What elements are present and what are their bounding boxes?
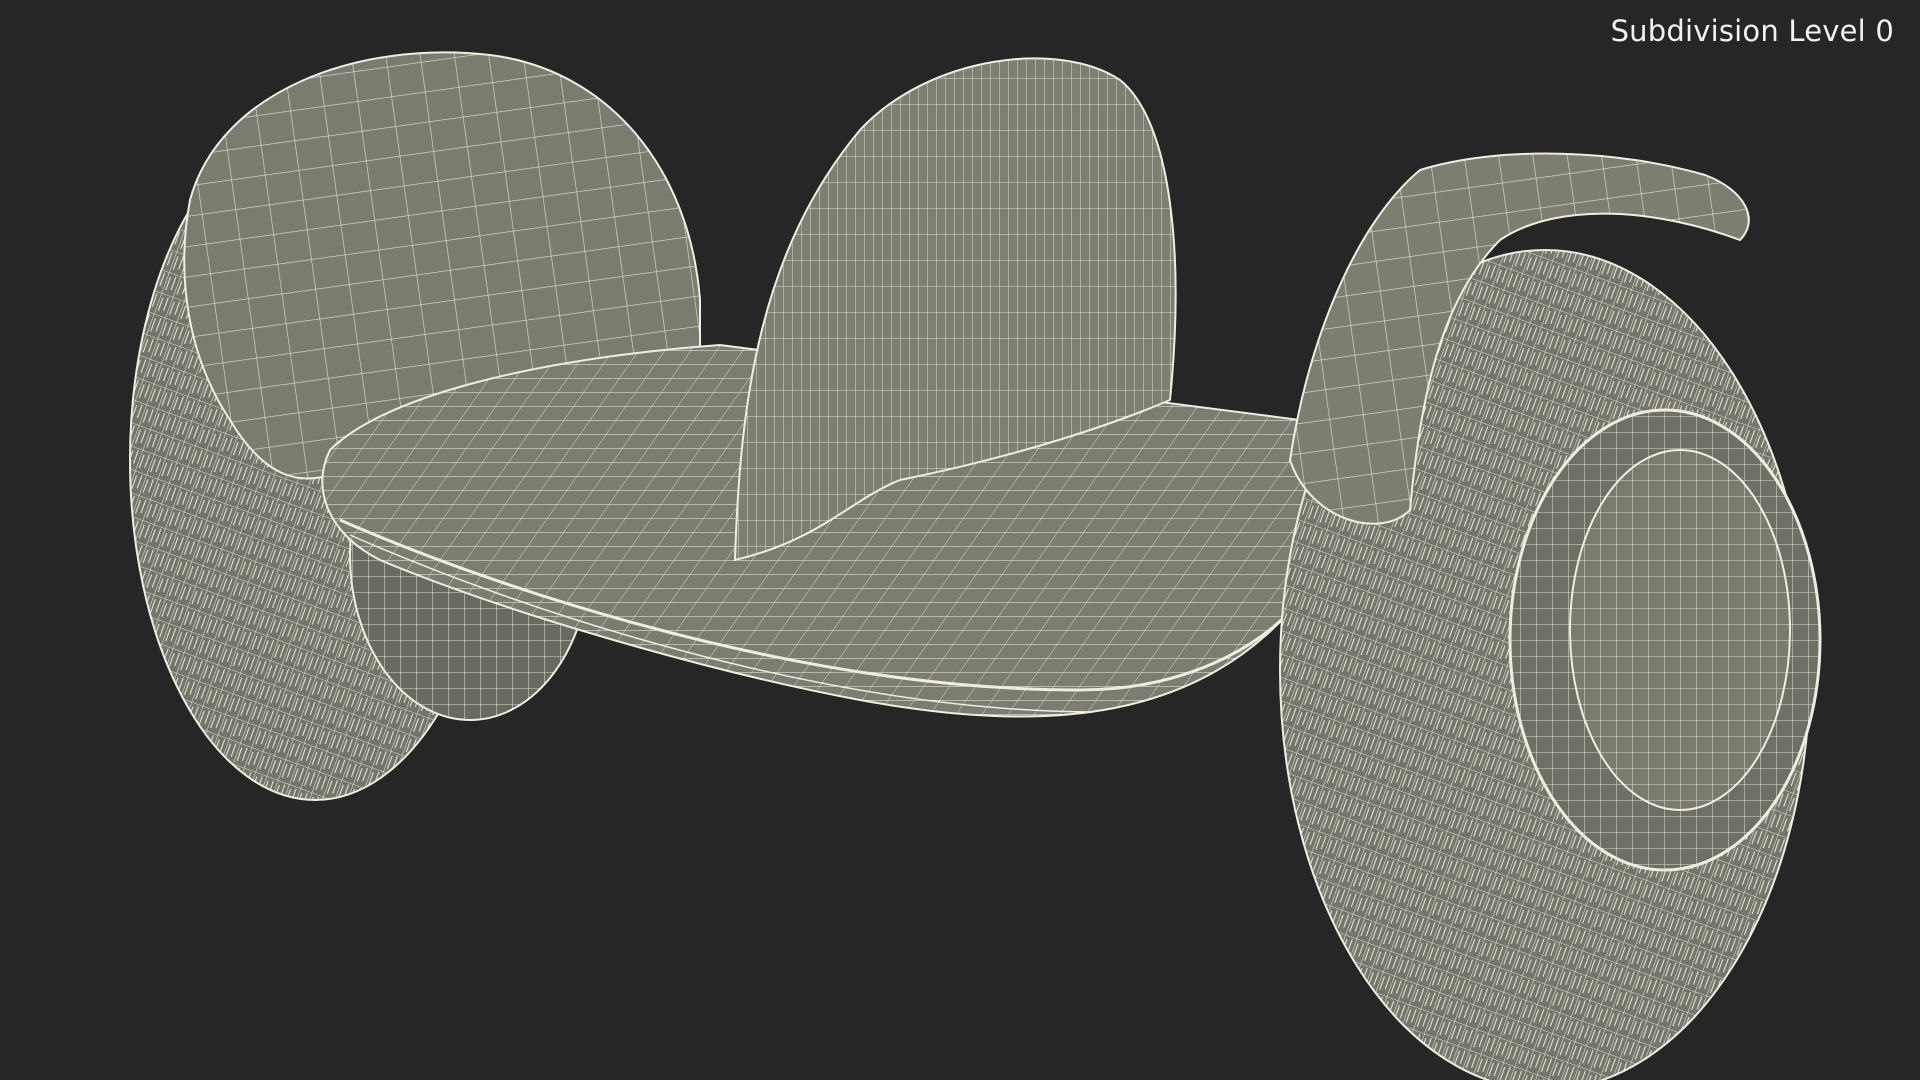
model-render [129,51,1822,1080]
render-viewport[interactable]: Subdivision Level 0 [0,0,1920,1080]
right-wheel-hub [1508,408,1822,872]
subdivision-level-label: Subdivision Level 0 [1610,14,1894,48]
